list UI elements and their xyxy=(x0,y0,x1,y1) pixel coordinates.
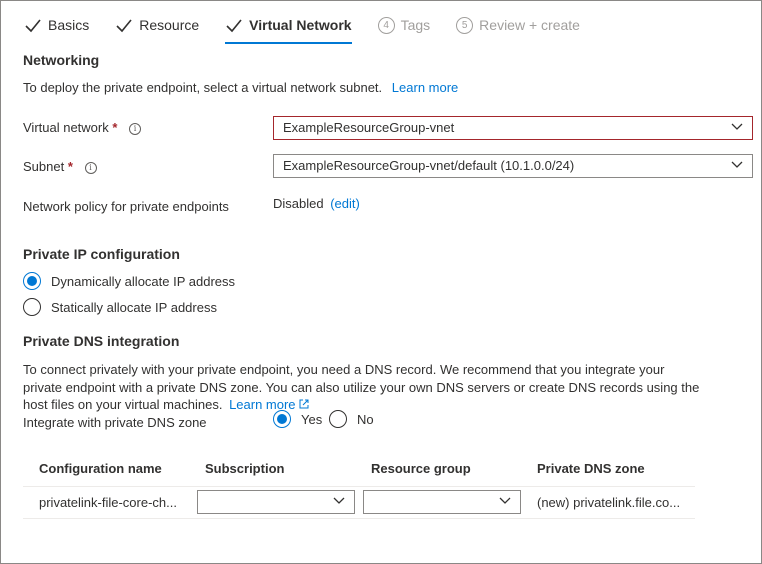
vnet-label: Virtual network * i xyxy=(23,120,142,135)
subscription-dropdown[interactable] xyxy=(197,490,355,514)
vnet-dropdown[interactable]: ExampleResourceGroup-vnet xyxy=(273,116,753,140)
policy-edit-link[interactable]: (edit) xyxy=(330,196,360,211)
column-header-dns-zone: Private DNS zone xyxy=(537,461,645,476)
chevron-down-icon xyxy=(731,161,743,168)
dns-heading: Private DNS integration xyxy=(23,333,180,349)
tab-label: Tags xyxy=(400,17,431,33)
ip-config-heading: Private IP configuration xyxy=(23,246,180,262)
integrate-dns-label: Integrate with private DNS zone xyxy=(23,415,207,430)
column-header-resource-group: Resource group xyxy=(371,461,471,476)
chevron-down-icon xyxy=(333,497,345,504)
cell-dns-zone: (new) privatelink.file.co... xyxy=(537,495,681,510)
column-header-subscription: Subscription xyxy=(205,461,285,476)
info-icon[interactable]: i xyxy=(84,161,97,174)
tab-basics[interactable]: Basics xyxy=(24,14,89,44)
wizard-tabs: Basics Resource Virtual Network 4 Tags 5… xyxy=(24,14,606,44)
tab-label: Review + create xyxy=(479,17,580,33)
tab-label: Basics xyxy=(48,17,90,33)
table-divider xyxy=(23,518,695,519)
tab-review-create[interactable]: 5 Review + create xyxy=(456,14,580,44)
external-link-icon xyxy=(299,399,309,409)
checkmark-icon xyxy=(25,19,41,33)
checkmark-icon xyxy=(226,19,242,33)
vnet-label-text: Virtual network xyxy=(23,120,109,135)
required-mark: * xyxy=(112,120,118,135)
tab-label: Resource xyxy=(139,17,200,33)
chevron-down-icon xyxy=(731,123,743,130)
radio-circle xyxy=(23,298,41,316)
radio-label: Statically allocate IP address xyxy=(51,299,217,315)
dns-description-line: To connect privately with your private e… xyxy=(23,362,665,377)
networking-heading: Networking xyxy=(23,52,100,68)
dns-description: To connect privately with your private e… xyxy=(23,361,699,414)
radio-circle xyxy=(23,272,41,290)
column-header-config-name: Configuration name xyxy=(39,461,162,476)
radio-label: Dynamically allocate IP address xyxy=(51,273,236,289)
subnet-dropdown[interactable]: ExampleResourceGroup-vnet/default (10.1.… xyxy=(273,154,753,178)
tab-resource[interactable]: Resource xyxy=(115,14,199,44)
info-icon[interactable]: i xyxy=(129,122,142,135)
policy-value: Disabled (edit) xyxy=(273,196,360,211)
networking-description-text: To deploy the private endpoint, select a… xyxy=(23,80,383,95)
vnet-dropdown-value: ExampleResourceGroup-vnet xyxy=(283,120,455,135)
subnet-label-text: Subnet xyxy=(23,159,65,174)
step-number-icon: 4 xyxy=(377,17,395,34)
resource-group-dropdown[interactable] xyxy=(363,490,521,514)
radio-circle xyxy=(329,410,347,428)
table-divider xyxy=(23,486,695,487)
radio-label: Yes xyxy=(301,411,323,427)
required-mark: * xyxy=(67,159,73,174)
radio-dynamic-ip[interactable]: Dynamically allocate IP address xyxy=(23,272,235,290)
tab-tags[interactable]: 4 Tags xyxy=(377,14,431,44)
tab-virtual-network[interactable]: Virtual Network xyxy=(225,14,353,44)
checkmark-icon xyxy=(116,19,132,33)
chevron-down-icon xyxy=(499,497,511,504)
networking-learn-more-link[interactable]: Learn more xyxy=(392,80,458,95)
policy-label: Network policy for private endpoints xyxy=(23,199,229,214)
step-number-icon: 5 xyxy=(456,17,474,34)
networking-description: To deploy the private endpoint, select a… xyxy=(23,80,458,95)
radio-static-ip[interactable]: Statically allocate IP address xyxy=(23,298,217,316)
subnet-label: Subnet * i xyxy=(23,159,97,174)
dns-description-text: host files on your virtual machines. xyxy=(23,397,223,412)
dns-description-line: private endpoint with a private DNS zone… xyxy=(23,379,700,395)
radio-label: No xyxy=(357,411,374,427)
cell-config-name: privatelink-file-core-ch... xyxy=(39,495,177,510)
radio-dns-yes[interactable]: Yes xyxy=(273,410,322,428)
tab-label: Virtual Network xyxy=(249,17,352,33)
subnet-dropdown-value: ExampleResourceGroup-vnet/default (10.1.… xyxy=(283,158,575,173)
radio-circle xyxy=(273,410,291,428)
policy-value-text: Disabled xyxy=(273,196,324,211)
radio-dns-no[interactable]: No xyxy=(329,410,374,428)
